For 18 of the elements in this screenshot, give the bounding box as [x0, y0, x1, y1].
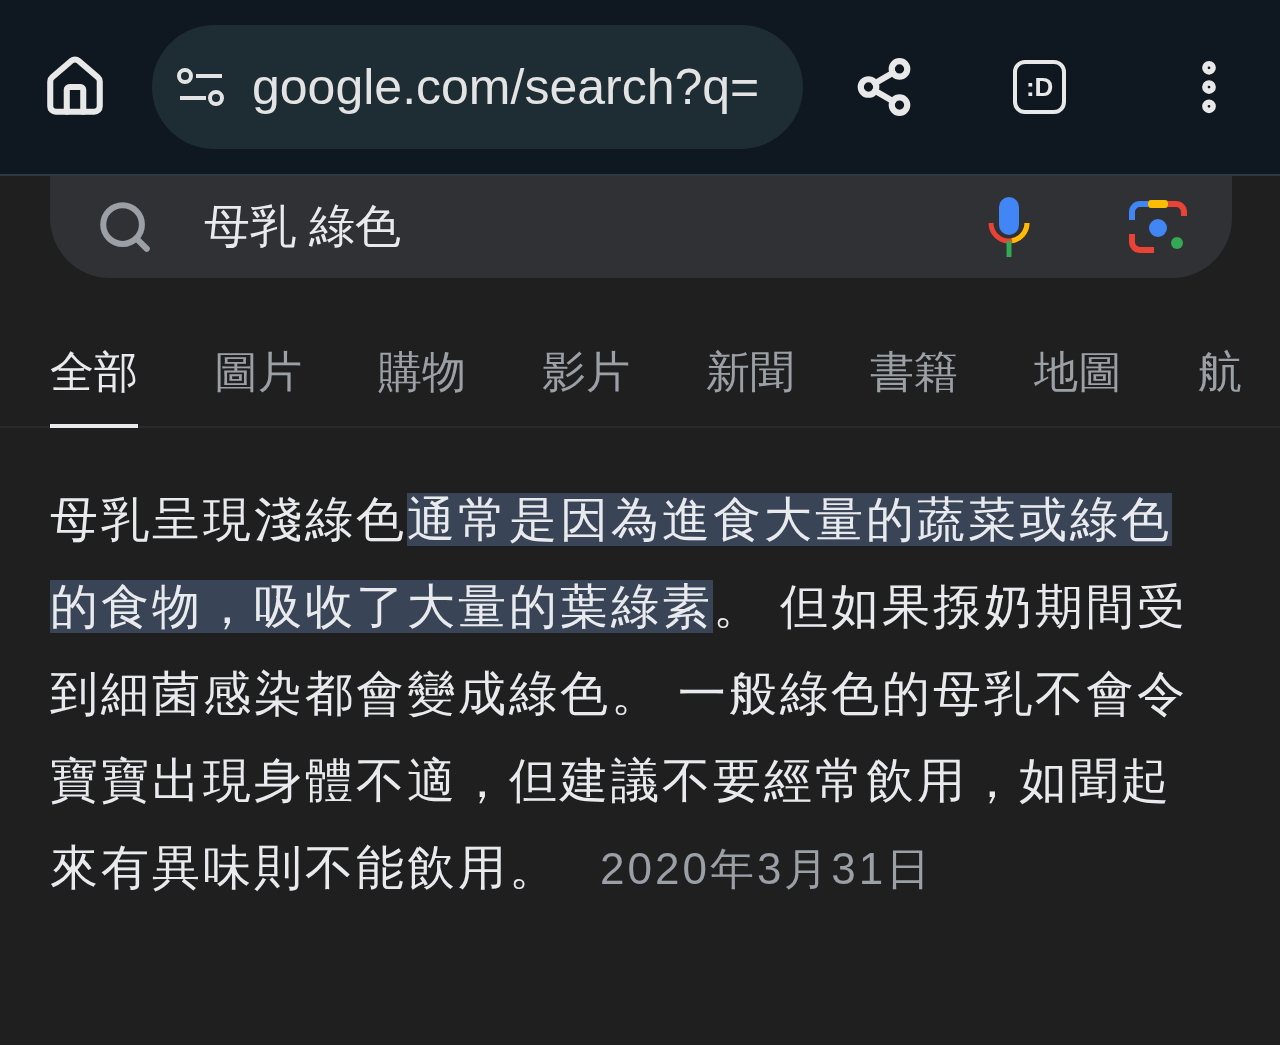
search-tab[interactable]: 影片: [542, 342, 630, 428]
search-tab[interactable]: 圖片: [214, 342, 302, 428]
search-field[interactable]: 母乳 綠色: [50, 176, 1232, 278]
search-tab[interactable]: 購物: [378, 342, 466, 428]
search-tab[interactable]: 新聞: [706, 342, 794, 428]
camera-search-icon[interactable]: [1128, 198, 1188, 256]
snippet-date: 2020年3月31日: [600, 844, 934, 893]
url-text: google.com/search?q=: [252, 58, 760, 116]
site-settings-icon[interactable]: [176, 67, 226, 107]
address-bar[interactable]: google.com/search?q=: [152, 25, 804, 149]
search-tab[interactable]: 書籍: [870, 342, 958, 428]
tab-switcher-button[interactable]: :D: [1013, 60, 1066, 114]
search-tab[interactable]: 地圖: [1034, 342, 1122, 428]
answer-snippet: 母乳呈現淺綠色通常是因為進食大量的蔬菜或綠色的食物，吸收了大量的葉綠素。 但如果揼奶期間受到細菌感染都會變成綠色。 一般綠色的母乳不會令寶寶出現身體不適，但建議不要經常飲用，如聞起來有異味則不能飲用。 2020年3月31日: [50, 492, 1190, 896]
search-tab[interactable]: 航: [1198, 342, 1242, 428]
microphone-icon[interactable]: [986, 195, 1032, 259]
search-query: 母乳 綠色: [204, 199, 402, 254]
search-tab[interactable]: 全部: [50, 342, 138, 428]
